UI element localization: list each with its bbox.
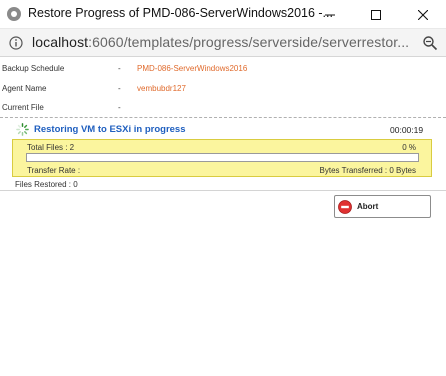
progress-percent: 0 % (402, 143, 416, 152)
total-files: Total Files : 2 (27, 143, 75, 152)
backup-schedule-row: Backup Schedule - PMD-086-ServerWindows2… (0, 62, 446, 76)
zoom-icon[interactable] (422, 35, 438, 51)
section-divider (0, 117, 446, 118)
detail-separator: - (118, 64, 121, 73)
backup-schedule-label: Backup Schedule (2, 64, 65, 73)
current-file-row: Current File - (0, 101, 446, 115)
footer-divider (0, 190, 446, 191)
maximize-icon (371, 9, 381, 20)
maximize-button[interactable] (353, 0, 399, 29)
current-file-label: Current File (2, 103, 44, 112)
detail-separator: - (118, 84, 121, 93)
url-text[interactable]: localhost:6060/templates/progress/server… (32, 34, 409, 50)
transfer-rate: Transfer Rate : (27, 166, 81, 175)
app-icon (7, 7, 21, 21)
progress-panel: Total Files : 2 0 % Transfer Rate : Byte… (12, 139, 432, 177)
detail-separator: - (118, 103, 121, 112)
agent-name-label: Agent Name (2, 84, 47, 93)
spinner-icon (16, 123, 29, 136)
status-title: Restoring VM to ESXi in progress (34, 124, 186, 135)
minimize-button[interactable] (307, 0, 353, 29)
minimize-icon (325, 14, 335, 15)
url-host: localhost (32, 34, 89, 50)
agent-name-row: Agent Name - vembubdr127 (0, 82, 446, 96)
close-button[interactable] (400, 0, 446, 29)
elapsed-time: 00:00:19 (390, 125, 424, 135)
abort-label: Abort (357, 202, 379, 211)
abort-button[interactable]: Abort (334, 195, 431, 218)
stop-icon (338, 199, 352, 214)
window-titlebar: Restore Progress of PMD-086-ServerWindow… (0, 0, 446, 29)
progress-bar (26, 153, 419, 162)
url-path: :6060/templates/progress/serverside/serv… (88, 34, 410, 50)
info-icon[interactable] (9, 36, 23, 50)
close-icon (418, 9, 428, 20)
bytes-transferred: Bytes Transferred : 0 Bytes (319, 166, 416, 175)
agent-name-value: vembubdr127 (137, 84, 186, 93)
files-restored: Files Restored : 0 (15, 180, 78, 189)
address-bar[interactable]: localhost:6060/templates/progress/server… (0, 29, 446, 57)
backup-schedule-value: PMD-086-ServerWindows2016 (137, 64, 248, 73)
window-title: Restore Progress of PMD-086-ServerWindow… (28, 6, 333, 20)
